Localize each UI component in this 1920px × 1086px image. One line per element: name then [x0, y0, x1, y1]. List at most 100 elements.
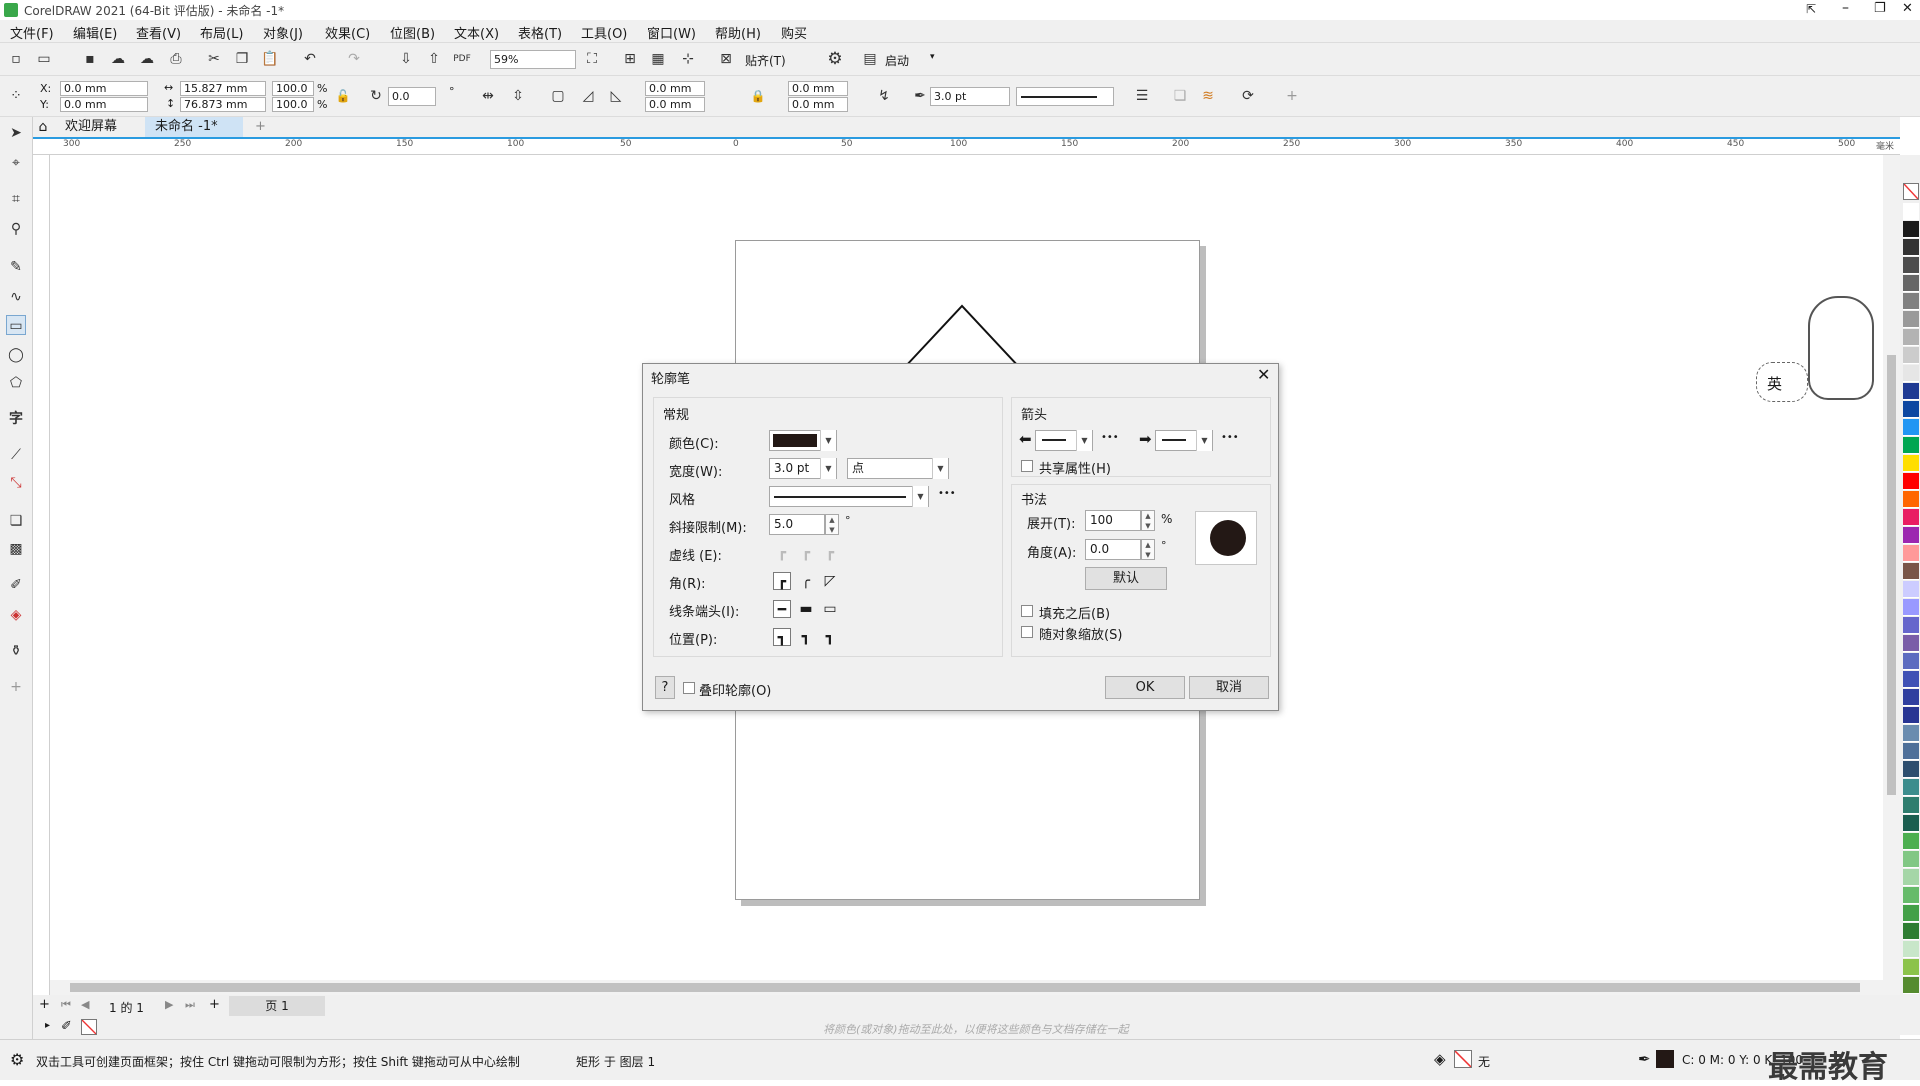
- pick-tool-icon[interactable]: ➤: [6, 123, 26, 143]
- y-position-field[interactable]: 0.0 mm: [60, 97, 148, 112]
- wrap-text-icon[interactable]: ☰: [1132, 86, 1152, 106]
- cloud-upload-icon[interactable]: ☁: [137, 49, 157, 69]
- pdf-icon[interactable]: PDF: [452, 49, 472, 69]
- palette-swatch[interactable]: [1903, 905, 1919, 922]
- cap-round-icon[interactable]: ▬: [797, 600, 815, 618]
- triangle-shape[interactable]: [900, 300, 1030, 370]
- add-tool-icon[interactable]: +: [6, 677, 26, 697]
- scalloped-corner-icon[interactable]: ◿: [578, 86, 598, 106]
- position-outside-icon[interactable]: ┓: [773, 628, 791, 646]
- fill-behind-checkbox[interactable]: [1021, 605, 1033, 617]
- ime-mascot-floater[interactable]: 英: [1756, 296, 1882, 408]
- palette-swatch[interactable]: [1903, 887, 1919, 904]
- palette-swatch[interactable]: [1903, 491, 1919, 508]
- style-chevron-down-icon[interactable]: ▼: [912, 486, 928, 507]
- rotation-angle-field[interactable]: 0.0: [388, 87, 436, 106]
- restore-down-icon[interactable]: ⇱: [1806, 2, 1816, 16]
- guidelines-icon[interactable]: ⊹: [678, 49, 698, 69]
- menu-buy[interactable]: 购买: [781, 23, 807, 42]
- corner-radius-top-right-field[interactable]: 0.0 mm: [788, 81, 848, 96]
- lock-ratio-icon[interactable]: 🔓: [333, 86, 353, 106]
- palette-swatch[interactable]: [1903, 419, 1919, 436]
- color-chevron-down-icon[interactable]: ▼: [820, 430, 836, 451]
- mirror-horizontal-icon[interactable]: ⇹: [478, 86, 498, 106]
- palette-swatch[interactable]: [1903, 365, 1919, 382]
- object-height-field[interactable]: 76.873 mm: [180, 97, 266, 112]
- cap-extended-icon[interactable]: ▭: [821, 600, 839, 618]
- ime-mode-bubble[interactable]: 英: [1756, 362, 1808, 402]
- miter-limit-spinner[interactable]: ▲ ▼: [825, 514, 839, 535]
- save-icon[interactable]: ▪: [80, 49, 100, 69]
- palette-swatch[interactable]: [1903, 797, 1919, 814]
- add-icon[interactable]: +: [1282, 86, 1302, 106]
- start-arrow-combo[interactable]: ▼: [1035, 430, 1093, 451]
- add-page-after-icon[interactable]: +: [209, 997, 220, 1012]
- horizontal-ruler[interactable]: 300 250 200 150 100 50 0 50 100 150 200 …: [33, 137, 1900, 155]
- end-arrow-chevron-down-icon[interactable]: ▼: [1196, 430, 1212, 451]
- maximize-button[interactable]: ❐: [1874, 1, 1886, 16]
- no-color-swatch[interactable]: [81, 1019, 97, 1035]
- menu-table[interactable]: 表格(T): [518, 23, 562, 42]
- palette-swatch[interactable]: [1903, 437, 1919, 454]
- to-back-icon[interactable]: ≋: [1198, 86, 1218, 106]
- add-page-before-icon[interactable]: +: [39, 997, 50, 1012]
- print-icon[interactable]: ⎙: [166, 49, 186, 69]
- menu-file[interactable]: 文件(F): [10, 23, 54, 42]
- palette-swatch[interactable]: [1903, 545, 1919, 562]
- help-button[interactable]: ?: [655, 676, 675, 699]
- palette-expand-icon[interactable]: ▸: [45, 1020, 50, 1031]
- palette-swatch[interactable]: [1903, 221, 1919, 238]
- snap-off-icon[interactable]: ⊠: [716, 49, 736, 69]
- paste-icon[interactable]: 📋: [260, 49, 280, 69]
- corner-bevel-icon[interactable]: ◸: [821, 572, 839, 590]
- palette-swatch[interactable]: [1903, 311, 1919, 328]
- palette-swatch[interactable]: [1903, 203, 1919, 220]
- palette-swatch[interactable]: [1903, 401, 1919, 418]
- polygon-tool-icon[interactable]: ⬠: [6, 373, 26, 393]
- position-centered-icon[interactable]: ┓: [797, 628, 815, 646]
- horizontal-scrollbar[interactable]: [50, 980, 1900, 995]
- palette-swatch[interactable]: [1903, 329, 1919, 346]
- start-arrow-chevron-down-icon[interactable]: ▼: [1076, 430, 1092, 451]
- interactive-fill-tool-icon[interactable]: ◈: [6, 605, 26, 625]
- unit-chevron-down-icon[interactable]: ▼: [932, 458, 948, 479]
- palette-swatch[interactable]: [1903, 743, 1919, 760]
- palette-swatch[interactable]: [1903, 977, 1919, 994]
- smart-fill-tool-icon[interactable]: ⚱: [6, 641, 26, 661]
- palette-swatch[interactable]: [1903, 671, 1919, 688]
- dialog-close-icon[interactable]: ✕: [1257, 365, 1270, 384]
- width-combo[interactable]: 3.0 pt ▼: [769, 458, 837, 479]
- menu-edit[interactable]: 编辑(E): [73, 23, 117, 42]
- line-style-selector[interactable]: [1016, 87, 1114, 106]
- menu-effects[interactable]: 效果(C): [325, 23, 370, 42]
- round-corner-icon[interactable]: ▢: [548, 86, 568, 106]
- palette-swatch[interactable]: [1903, 581, 1919, 598]
- miter-limit-field[interactable]: 5.0: [769, 514, 825, 535]
- cut-icon[interactable]: ✂: [204, 49, 224, 69]
- last-page-icon[interactable]: ⏭: [185, 998, 195, 1012]
- no-fill-swatch[interactable]: [1903, 183, 1919, 200]
- palette-swatch[interactable]: [1903, 869, 1919, 886]
- full-screen-icon[interactable]: ⛶: [582, 49, 602, 69]
- palette-swatch[interactable]: [1903, 527, 1919, 544]
- mirror-vertical-icon[interactable]: ⇳: [508, 86, 528, 106]
- stretch-spinner[interactable]: ▲ ▼: [1141, 510, 1155, 531]
- outline-color-picker[interactable]: ▼: [769, 430, 837, 451]
- open-folder-icon[interactable]: ▭: [34, 49, 54, 69]
- palette-swatch[interactable]: [1903, 239, 1919, 256]
- launch-app-icon[interactable]: ▤: [860, 49, 880, 69]
- page-tab-1[interactable]: 页 1: [229, 996, 325, 1016]
- palette-swatch[interactable]: [1903, 275, 1919, 292]
- launch-chevron-down-icon[interactable]: ▾: [930, 52, 935, 62]
- convert-to-curves-icon[interactable]: ⟳: [1238, 86, 1258, 106]
- vertical-ruler[interactable]: [33, 155, 50, 995]
- options-gear-icon[interactable]: ⚙: [825, 49, 845, 69]
- corner-radius-top-left-field[interactable]: 0.0 mm: [645, 81, 705, 96]
- close-window-button[interactable]: ✕: [1902, 1, 1913, 16]
- angle-field[interactable]: 0.0: [1085, 539, 1141, 560]
- crop-tool-icon[interactable]: ⌗: [6, 189, 26, 209]
- previous-page-icon[interactable]: ◀: [81, 998, 89, 1011]
- palette-swatch[interactable]: [1903, 563, 1919, 580]
- next-page-icon[interactable]: ▶: [165, 998, 173, 1011]
- palette-swatch[interactable]: [1903, 347, 1919, 364]
